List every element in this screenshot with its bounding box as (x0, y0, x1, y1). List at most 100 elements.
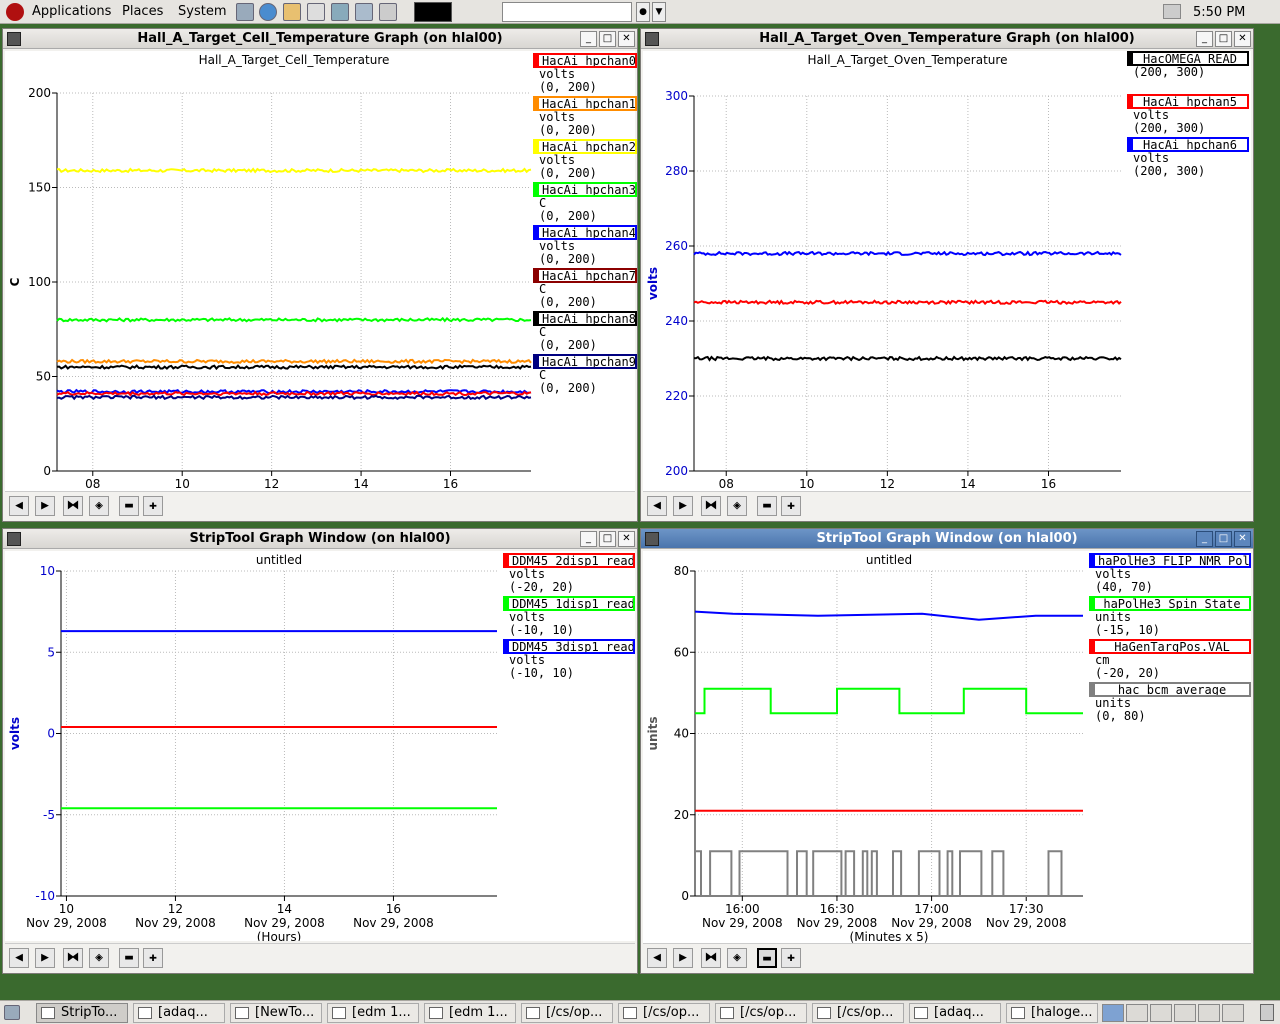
taskbar-button[interactable]: [/cs/op... (521, 1003, 613, 1023)
taskbar-button[interactable]: [adaq... (133, 1003, 225, 1023)
graph-area[interactable]: 20022024026028030008Nov 29, 200810Nov 29… (643, 51, 1251, 491)
files-launcher-icon[interactable] (355, 3, 373, 21)
close-button[interactable]: ✕ (618, 531, 635, 547)
legend-item[interactable]: HacAi_hpchan8 C (0, 200) (533, 311, 637, 352)
workspace-3[interactable] (1150, 1004, 1172, 1022)
zoom-in-button[interactable]: ⧓ (63, 948, 83, 968)
taskbar-button[interactable]: [adaq... (909, 1003, 1001, 1023)
legend-name[interactable]: HacAi_hpchan6 (1127, 137, 1249, 152)
legend-name[interactable]: hac_bcm_average (1089, 682, 1251, 697)
terminal-launcher-icon[interactable] (236, 3, 254, 21)
legend-name[interactable]: HacAi_hpchan1 (533, 96, 637, 111)
add-signal-button[interactable]: ✚ (143, 948, 163, 968)
browser-launcher-icon[interactable] (259, 3, 277, 21)
taskbar-button[interactable]: [/cs/op... (618, 1003, 710, 1023)
legend-item[interactable]: haPolHe3_Spin_State units (-15, 10) (1089, 596, 1251, 637)
search-input[interactable] (502, 2, 632, 22)
scroll-right-button[interactable]: ▶ (673, 496, 693, 516)
maximize-button[interactable]: □ (599, 31, 616, 47)
minimize-button[interactable]: _ (1196, 31, 1213, 47)
show-desktop-icon[interactable] (4, 1005, 20, 1020)
places-menu[interactable]: Places (122, 4, 163, 19)
scroll-right-button[interactable]: ▶ (673, 948, 693, 968)
maximize-button[interactable]: □ (599, 531, 616, 547)
legend-name[interactable]: HacAi_hpchan2 (533, 139, 637, 154)
legend-item[interactable]: HacAi_hpchan4 volts (0, 200) (533, 225, 637, 266)
legend-name[interactable]: HaGenTargPos.VAL (1089, 639, 1251, 654)
scroll-right-button[interactable]: ▶ (35, 948, 55, 968)
auto-scroll-button[interactable]: ▬ (757, 948, 777, 968)
taskbar-button[interactable]: [NewTo... (230, 1003, 322, 1023)
legend-item[interactable]: HacAi_hpchan2 volts (0, 200) (533, 139, 637, 180)
maximize-button[interactable]: □ (1215, 531, 1232, 547)
zoom-out-button[interactable]: ◈ (89, 948, 109, 968)
notes-launcher-icon[interactable] (379, 3, 397, 21)
legend-name[interactable]: HacAi_hpchan9 (533, 354, 637, 369)
window-titlebar[interactable]: StripTool Graph Window (on hlal00) _ □ ✕ (3, 529, 637, 549)
close-button[interactable]: ✕ (618, 31, 635, 47)
printer-icon[interactable] (1163, 4, 1181, 19)
workspace-4[interactable] (1174, 1004, 1196, 1022)
taskbar-button[interactable]: [edm 1... (327, 1003, 419, 1023)
legend-name[interactable]: DDM45_2disp1_read (503, 553, 635, 568)
scroll-left-button[interactable]: ◀ (647, 948, 667, 968)
legend-name[interactable]: HacOMEGA_READ (1127, 51, 1249, 66)
legend-item[interactable]: DDM45_2disp1_read volts (-20, 20) (503, 553, 635, 594)
zoom-in-button[interactable]: ⧓ (63, 496, 83, 516)
edit-launcher-icon[interactable] (307, 3, 325, 21)
legend-name[interactable]: HacAi_hpchan8 (533, 311, 637, 326)
graph-area[interactable]: 0 20 40 60 80 16:00 Nov 29, 2008 16:30 Nov 29, 2… (643, 551, 1251, 943)
graph-area[interactable]: 05010015020008Nov 29, 200810Nov 29, 2008… (5, 51, 637, 491)
close-button[interactable]: ✕ (1234, 531, 1251, 547)
legend-item[interactable]: HacAi_hpchan5 volts (200, 300) (1127, 94, 1249, 135)
add-signal-button[interactable]: ✚ (143, 496, 163, 516)
legend-name[interactable]: HacAi_hpchan5 (1127, 94, 1249, 109)
taskbar-button[interactable]: [edm 1... (424, 1003, 516, 1023)
legend-item[interactable]: DDM45_1disp1_read volts (-10, 10) (503, 596, 635, 637)
auto-scroll-button[interactable]: ▬ (757, 496, 777, 516)
search-options-button[interactable]: ● (636, 2, 650, 22)
window-titlebar[interactable]: Hall_A_Target_Cell_Temperature Graph (on… (3, 29, 637, 49)
workspace-5[interactable] (1198, 1004, 1220, 1022)
legend-name[interactable]: DDM45_3disp1_read (503, 639, 635, 654)
legend-name[interactable]: HacAi_hpchan4 (533, 225, 637, 240)
network-launcher-icon[interactable] (331, 3, 349, 21)
window-titlebar[interactable]: Hall_A_Target_Oven_Temperature Graph (on… (641, 29, 1253, 49)
minimize-button[interactable]: _ (1196, 531, 1213, 547)
legend-item[interactable]: DDM45_3disp1_read volts (-10, 10) (503, 639, 635, 680)
legend-item[interactable]: hac_bcm_average units (0, 80) (1089, 682, 1251, 723)
workspace-1[interactable] (1102, 1004, 1124, 1022)
maximize-button[interactable]: □ (1215, 31, 1232, 47)
minimize-button[interactable]: _ (580, 531, 597, 547)
legend-name[interactable]: haPolHe3_FLIP_NMR_Pol (1089, 553, 1251, 568)
workspace-6[interactable] (1222, 1004, 1244, 1022)
scroll-left-button[interactable]: ◀ (9, 496, 29, 516)
chevron-down-icon[interactable]: ▼ (652, 2, 666, 22)
distro-logo-icon[interactable] (6, 3, 24, 21)
window-titlebar[interactable]: StripTool Graph Window (on hlal00) _ □ ✕ (641, 529, 1253, 549)
legend-item[interactable]: HacAi_hpchan3 C (0, 200) (533, 182, 637, 223)
legend-item[interactable]: HacAi_hpchan7 C (0, 200) (533, 268, 637, 309)
legend-item[interactable]: HacOMEGA_READ (200, 300) (1127, 51, 1249, 79)
trash-icon[interactable] (1260, 1004, 1274, 1021)
minimize-button[interactable]: _ (580, 31, 597, 47)
legend-name[interactable]: HacAi_hpchan7 (533, 268, 637, 283)
applications-menu[interactable]: Applications (32, 4, 111, 19)
legend-name[interactable]: haPolHe3_Spin_State (1089, 596, 1251, 611)
scroll-left-button[interactable]: ◀ (647, 496, 667, 516)
legend-name[interactable]: HacAi_hpchan0 (533, 53, 637, 68)
auto-scroll-button[interactable]: ▬ (119, 496, 139, 516)
taskbar-button[interactable]: [/cs/op... (812, 1003, 904, 1023)
auto-scroll-button[interactable]: ▬ (119, 948, 139, 968)
add-signal-button[interactable]: ✚ (781, 948, 801, 968)
system-menu[interactable]: System (178, 4, 226, 19)
legend-item[interactable]: HacAi_hpchan1 volts (0, 200) (533, 96, 637, 137)
zoom-out-button[interactable]: ◈ (727, 496, 747, 516)
graph-area[interactable]: -10 -5 0 5 10 10 Nov 29, 2008 12 Nov 29, 2008 14 N… (5, 551, 635, 941)
legend-item[interactable]: HaGenTargPos.VAL cm (-20, 20) (1089, 639, 1251, 680)
zoom-out-button[interactable]: ◈ (727, 948, 747, 968)
legend-item[interactable]: HacAi_hpchan6 volts (200, 300) (1127, 137, 1249, 178)
zoom-out-button[interactable]: ◈ (89, 496, 109, 516)
close-button[interactable]: ✕ (1234, 31, 1251, 47)
scroll-left-button[interactable]: ◀ (9, 948, 29, 968)
